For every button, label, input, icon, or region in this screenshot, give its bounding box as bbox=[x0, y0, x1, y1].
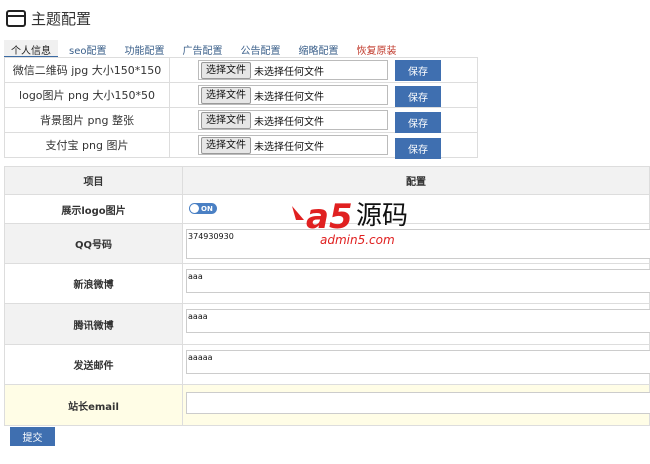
choose-file-button[interactable]: 选择文件 bbox=[201, 86, 251, 104]
file-status: 未选择任何文件 bbox=[254, 141, 324, 153]
watermark-logo-text: a5 bbox=[306, 197, 353, 237]
file-input[interactable]: 选择文件 未选择任何文件 bbox=[198, 135, 388, 155]
save-button-background[interactable]: 保存 bbox=[395, 112, 441, 133]
toggle-state: ON bbox=[201, 204, 213, 213]
column-header-item: 项目 bbox=[3, 166, 184, 195]
tab-personal-info[interactable]: 个人信息 bbox=[4, 40, 58, 58]
tab-notice-config[interactable]: 公告配置 bbox=[233, 40, 287, 58]
file-input[interactable]: 选择文件 未选择任何文件 bbox=[198, 60, 388, 80]
config-label: 展示logo图片 bbox=[3, 194, 184, 224]
window-icon bbox=[6, 9, 26, 27]
save-button-alipay[interactable]: 保存 bbox=[395, 138, 441, 159]
config-value: aaa bbox=[182, 263, 650, 304]
config-row: 站长email bbox=[3, 384, 650, 426]
upload-label: 支付宝 png 图片 bbox=[4, 132, 170, 158]
config-value bbox=[182, 384, 650, 426]
save-button-wechat-qr[interactable]: 保存 bbox=[395, 60, 441, 81]
config-label: 新浪微博 bbox=[3, 263, 184, 304]
save-button-logo[interactable]: 保存 bbox=[395, 86, 441, 107]
tab-thumbnail-config[interactable]: 缩略配置 bbox=[291, 40, 345, 58]
toggle-knob bbox=[190, 204, 200, 213]
config-label: 发送邮件 bbox=[3, 344, 184, 385]
tab-ad-config[interactable]: 广告配置 bbox=[175, 40, 229, 58]
tencent-weibo-input[interactable]: aaaa bbox=[186, 309, 650, 333]
config-label: 站长email bbox=[3, 384, 184, 426]
watermark-sub: admin5.com bbox=[320, 233, 395, 247]
send-email-input[interactable]: aaaaa bbox=[186, 350, 650, 374]
choose-file-button[interactable]: 选择文件 bbox=[201, 111, 251, 129]
config-label: 腾讯微博 bbox=[3, 303, 184, 345]
admin-email-input[interactable] bbox=[186, 392, 650, 414]
upload-label: 微信二维码 jpg 大小150*150 bbox=[4, 57, 170, 83]
page-header: 主题配置 bbox=[6, 6, 91, 30]
tab-restore-default[interactable]: 恢复原装 bbox=[349, 40, 403, 58]
tab-feature-config[interactable]: 功能配置 bbox=[117, 40, 171, 58]
upload-label: logo图片 png 大小150*50 bbox=[4, 82, 170, 108]
logo-toggle-switch[interactable]: ON bbox=[189, 203, 218, 214]
choose-file-button[interactable]: 选择文件 bbox=[201, 61, 251, 79]
file-status: 未选择任何文件 bbox=[254, 66, 324, 78]
config-value: aaaa bbox=[182, 303, 650, 345]
config-row: 腾讯微博 aaaa bbox=[3, 303, 650, 345]
watermark-text: 源码 bbox=[356, 201, 408, 231]
config-value: aaaaa bbox=[182, 344, 650, 385]
config-row: 新浪微博 aaa bbox=[3, 263, 650, 304]
watermark-logo: a5 源码 admin5.com bbox=[292, 197, 408, 247]
watermark-arrow bbox=[292, 206, 304, 220]
choose-file-button[interactable]: 选择文件 bbox=[201, 136, 251, 154]
tab-bar: 个人信息 seo配置 功能配置 广告配置 公告配置 缩略配置 恢复原装 bbox=[4, 40, 407, 58]
file-input[interactable]: 选择文件 未选择任何文件 bbox=[198, 110, 388, 130]
file-input[interactable]: 选择文件 未选择任何文件 bbox=[198, 85, 388, 105]
submit-button[interactable]: 提交 bbox=[10, 427, 55, 446]
tab-seo-config[interactable]: seo配置 bbox=[62, 40, 113, 58]
page-title: 主题配置 bbox=[31, 9, 92, 28]
config-row: 发送邮件 aaaaa bbox=[3, 344, 650, 385]
upload-label: 背景图片 png 整张 bbox=[4, 107, 170, 133]
config-label: QQ号码 bbox=[3, 223, 184, 264]
file-status: 未选择任何文件 bbox=[254, 91, 324, 103]
sina-weibo-input[interactable]: aaa bbox=[186, 269, 650, 293]
file-status: 未选择任何文件 bbox=[254, 116, 324, 128]
